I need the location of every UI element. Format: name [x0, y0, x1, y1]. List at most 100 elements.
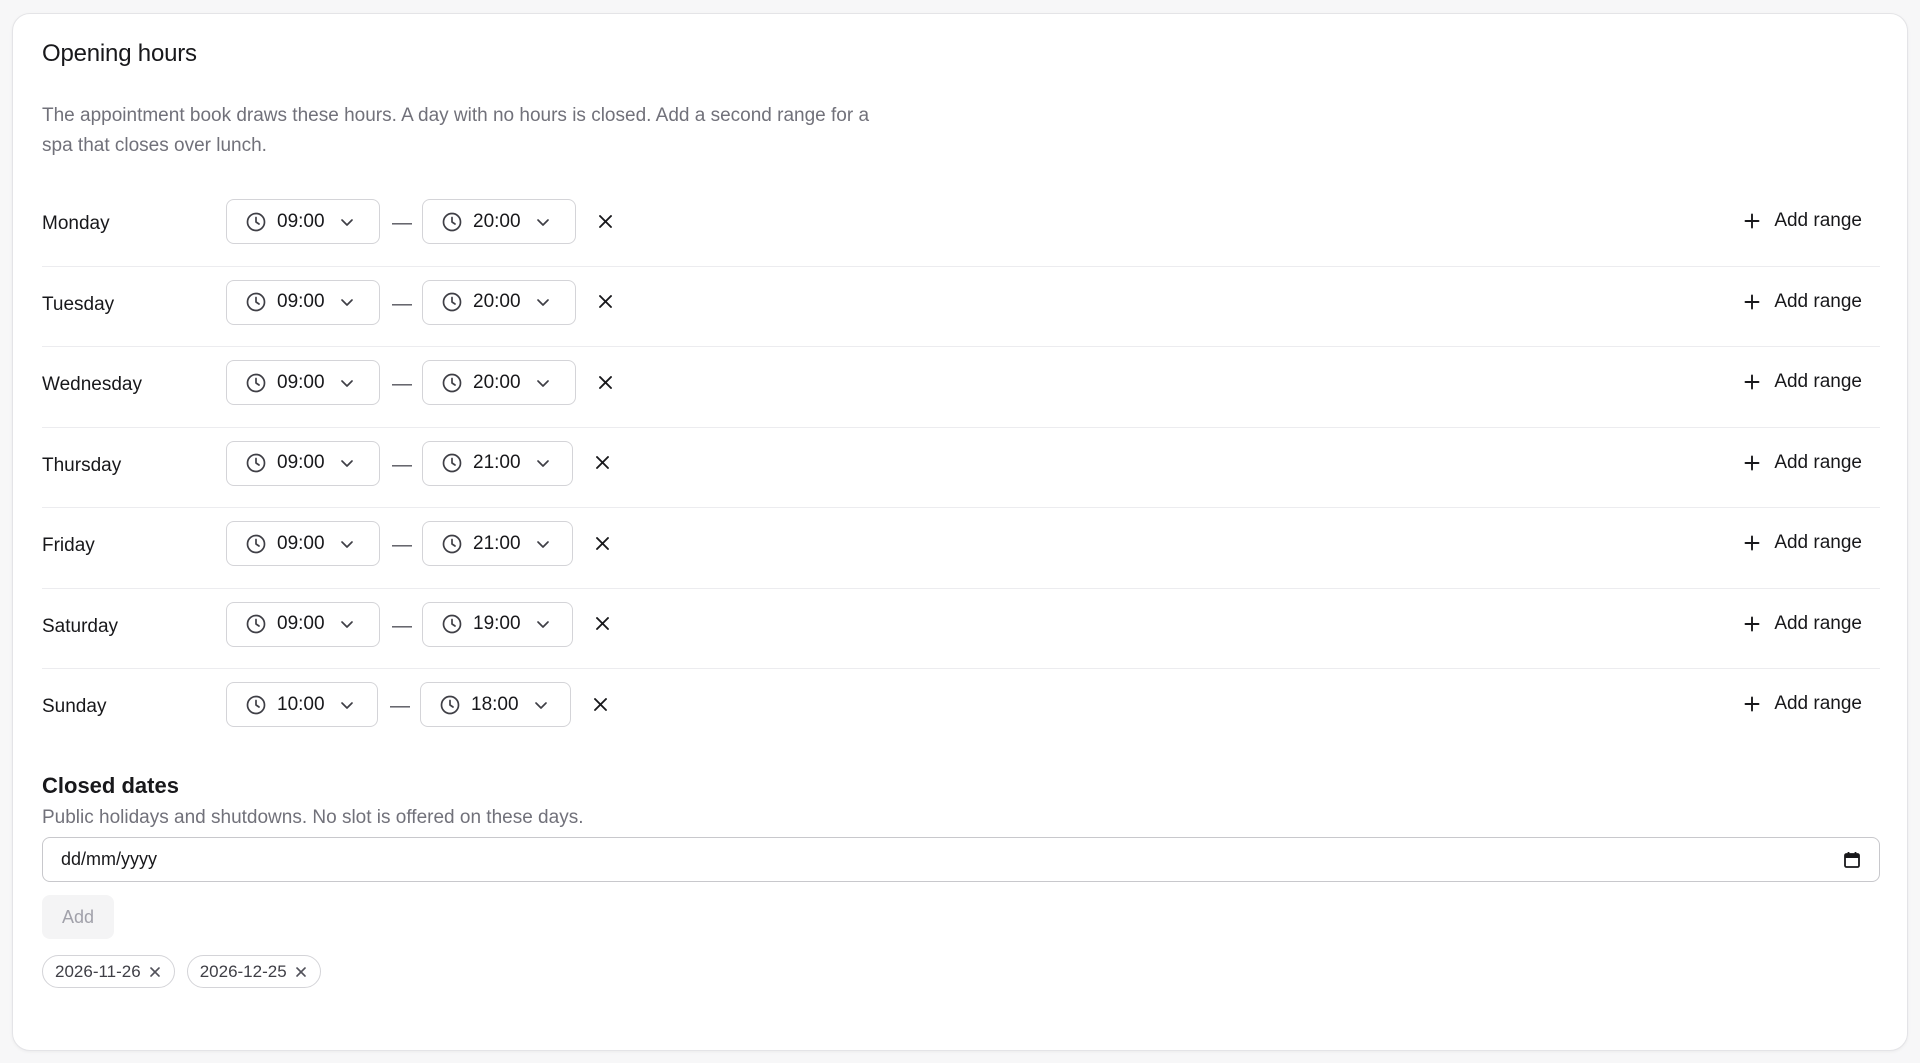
- clock-icon: [442, 453, 462, 473]
- page-title: Opening hours: [42, 40, 197, 67]
- open-time-select[interactable]: 09:00: [226, 440, 380, 486]
- clock-icon: [442, 292, 462, 312]
- range-separator: —: [392, 212, 412, 234]
- add-range-button[interactable]: Add range: [1743, 371, 1862, 393]
- add-range-button[interactable]: Add range: [1743, 210, 1862, 232]
- close-icon: [595, 456, 609, 469]
- plus-icon: [1744, 294, 1760, 309]
- open-time-select[interactable]: 09:00: [226, 601, 380, 647]
- clock-icon: [440, 695, 460, 714]
- close-time-value: 19:00: [473, 613, 521, 634]
- close-icon: [595, 617, 609, 630]
- open-time-value: 09:00: [277, 452, 325, 473]
- clock-icon: [246, 373, 266, 392]
- hours-row-saturday: Saturday 09:00 — 19:00 Add range: [42, 589, 1880, 669]
- open-time-select[interactable]: 09:00: [226, 199, 380, 244]
- close-icon: [595, 536, 609, 550]
- add-range-label: Add range: [1774, 532, 1862, 553]
- close-time-select[interactable]: 19:00: [422, 601, 573, 647]
- close-time-select[interactable]: 18:00: [420, 682, 571, 727]
- plus-icon: [1744, 213, 1760, 229]
- chevron-down-icon: [340, 460, 353, 467]
- close-icon: [598, 214, 612, 228]
- open-time-value: 09:00: [277, 291, 325, 312]
- clock-icon: [246, 695, 266, 714]
- day-label: Saturday: [42, 615, 119, 637]
- closed-date-chip: 2026-11-26: [42, 955, 175, 988]
- chevron-down-icon: [536, 379, 549, 387]
- closed-date-value: 2026-12-25: [199, 961, 287, 981]
- clock-icon: [442, 373, 462, 392]
- close-time-value: 20:00: [473, 371, 521, 393]
- clock-icon: [442, 534, 462, 553]
- chevron-down-icon: [536, 218, 549, 226]
- chevron-down-icon: [340, 218, 353, 226]
- clock-icon: [442, 614, 462, 634]
- page-description: The appointment book draws these hours. …: [42, 105, 870, 156]
- close-time-value: 18:00: [471, 693, 519, 715]
- add-range-label: Add range: [1774, 693, 1862, 714]
- calendar-icon[interactable]: [1843, 851, 1861, 869]
- close-time-select[interactable]: 20:00: [422, 360, 576, 405]
- remove-range-button[interactable]: [594, 291, 616, 313]
- close-time-select[interactable]: 20:00: [422, 279, 576, 325]
- add-range-button[interactable]: Add range: [1743, 532, 1862, 554]
- open-time-select[interactable]: 09:00: [226, 279, 380, 325]
- remove-range-button[interactable]: [591, 532, 613, 554]
- range-separator: —: [392, 534, 412, 556]
- add-range-label: Add range: [1774, 290, 1862, 312]
- open-time-select[interactable]: 10:00: [226, 682, 378, 727]
- range-separator: —: [392, 453, 412, 476]
- chevron-down-icon: [340, 379, 353, 387]
- closed-dates-title: Closed dates: [42, 773, 179, 798]
- remove-range-button[interactable]: [594, 371, 616, 393]
- plus-icon: [1744, 455, 1760, 470]
- range-separator: —: [392, 614, 412, 637]
- open-time-value: 09:00: [277, 371, 325, 393]
- open-time-value: 10:00: [277, 693, 325, 715]
- chevron-down-icon: [536, 460, 549, 467]
- plus-icon: [1744, 696, 1760, 712]
- remove-range-button[interactable]: [594, 210, 616, 232]
- hours-row-tuesday: Tuesday 09:00 — 20:00 Add range: [42, 267, 1880, 347]
- close-time-select[interactable]: 20:00: [422, 199, 576, 244]
- add-range-button[interactable]: Add range: [1743, 452, 1862, 474]
- plus-icon: [1744, 374, 1760, 390]
- add-range-label: Add range: [1774, 210, 1862, 231]
- day-label: Friday: [42, 535, 95, 556]
- hours-row-wednesday: Wednesday 09:00 — 20:00 Add range: [42, 347, 1880, 428]
- open-time-value: 09:00: [277, 210, 325, 232]
- open-time-value: 09:00: [277, 613, 325, 634]
- add-range-button[interactable]: Add range: [1743, 613, 1862, 635]
- open-time-select[interactable]: 09:00: [226, 521, 380, 566]
- plus-icon: [1744, 616, 1760, 631]
- remove-range-button[interactable]: [589, 693, 611, 715]
- close-time-value: 21:00: [473, 452, 521, 473]
- remove-date-icon[interactable]: [148, 965, 162, 979]
- hours-row-monday: Monday 09:00 — 20:00 Add range: [42, 186, 1880, 267]
- add-range-button[interactable]: Add range: [1743, 291, 1862, 313]
- chevron-down-icon: [536, 621, 549, 628]
- closed-dates-description: Public holidays and shutdowns. No slot i…: [42, 807, 584, 828]
- hours-row-sunday: Sunday 10:00 — 18:00 Add range: [42, 669, 1880, 750]
- add-range-button[interactable]: Add range: [1743, 693, 1862, 715]
- day-label: Tuesday: [42, 293, 115, 315]
- add-range-label: Add range: [1774, 371, 1862, 392]
- chevron-down-icon: [536, 540, 549, 548]
- range-separator: —: [390, 695, 410, 717]
- clock-icon: [246, 534, 266, 553]
- remove-range-button[interactable]: [591, 452, 613, 474]
- close-time-select[interactable]: 21:00: [422, 521, 573, 566]
- range-separator: —: [392, 292, 412, 315]
- open-time-select[interactable]: 09:00: [226, 360, 380, 405]
- clock-icon: [246, 212, 266, 231]
- day-label: Sunday: [42, 696, 107, 717]
- open-time-value: 09:00: [277, 532, 325, 554]
- day-label: Monday: [42, 213, 110, 234]
- close-time-select[interactable]: 21:00: [422, 440, 573, 486]
- close-time-value: 20:00: [473, 210, 521, 232]
- remove-date-icon[interactable]: [294, 965, 308, 979]
- closed-date-input[interactable]: dd/mm/yyyy: [42, 837, 1880, 882]
- add-closed-date-button[interactable]: Add: [42, 895, 114, 939]
- remove-range-button[interactable]: [591, 613, 613, 635]
